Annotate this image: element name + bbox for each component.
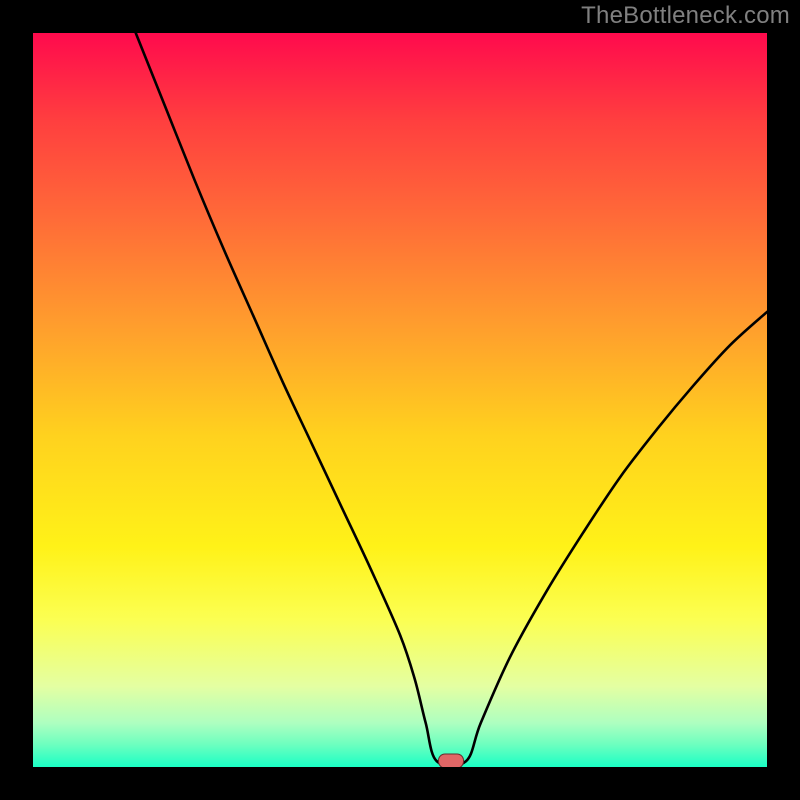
curve-path bbox=[136, 33, 767, 766]
chart-frame: TheBottleneck.com bbox=[0, 0, 800, 800]
plot-area bbox=[33, 33, 767, 767]
bottleneck-curve bbox=[33, 33, 767, 767]
watermark-text: TheBottleneck.com bbox=[581, 2, 790, 30]
optimum-marker bbox=[438, 754, 464, 767]
